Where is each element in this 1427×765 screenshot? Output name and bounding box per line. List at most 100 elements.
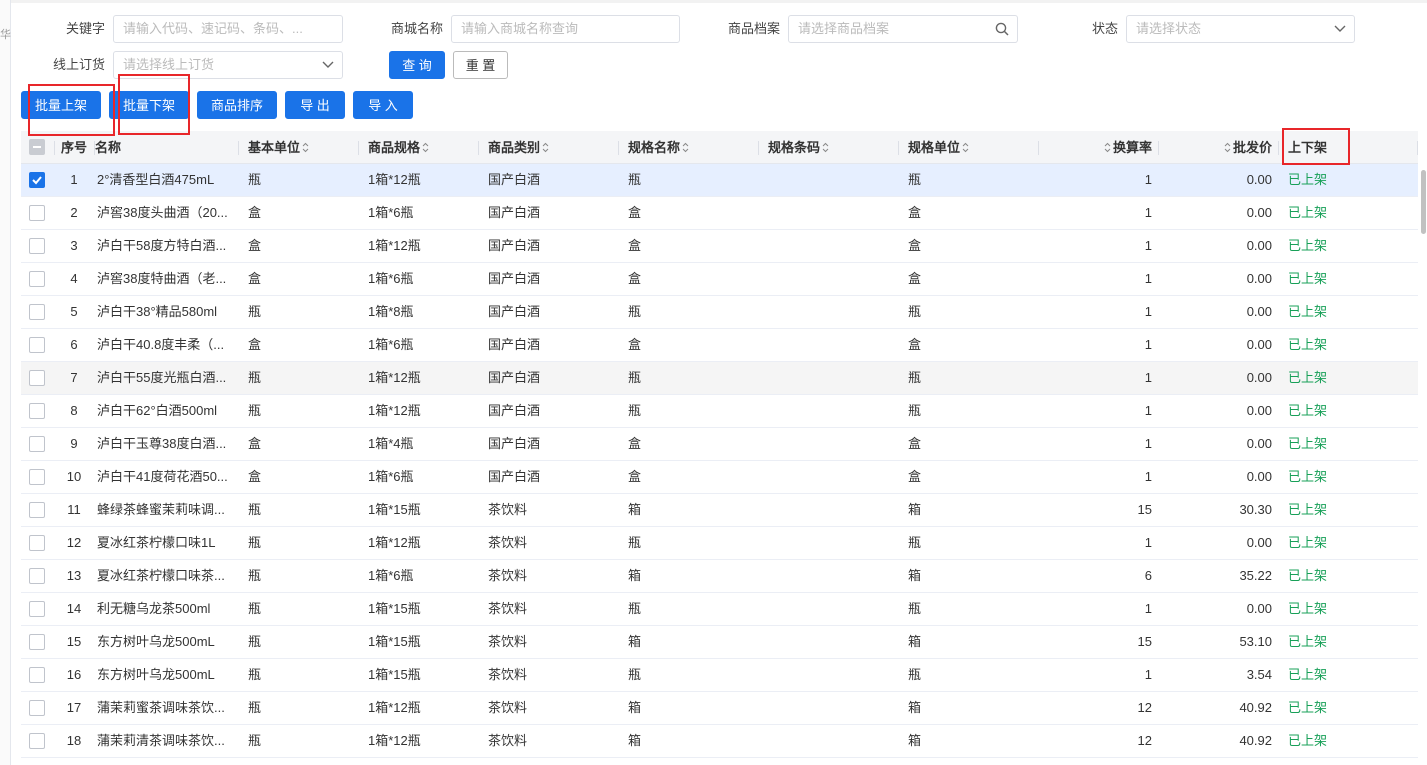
keyword-input[interactable]: 请输入代码、速记码、条码、...: [113, 15, 343, 43]
cell-i-text: 7: [70, 370, 78, 385]
import-button[interactable]: 导 入: [353, 91, 413, 119]
row-checkbox[interactable]: [29, 172, 45, 188]
table-row[interactable]: 1 2°清香型白酒475mL 瓶 1箱*12瓶 国产白酒 瓶 瓶 1 0.00 已上架: [21, 164, 1418, 197]
status-select[interactable]: 请选择状态: [1126, 15, 1355, 43]
col-spec-name[interactable]: 规格名称: [628, 131, 758, 164]
cell-name-text: 蒲茉莉蜜茶调味茶饮...: [97, 700, 225, 715]
row-checkbox[interactable]: [29, 337, 45, 353]
table-row[interactable]: 2 泸窖38度头曲酒（20... 盒 1箱*6瓶 国产白酒 盒 盒 1 0.00 已上架: [21, 197, 1418, 230]
col-base-unit[interactable]: 基本单位: [248, 131, 358, 164]
cell-sbar: [768, 593, 898, 625]
table-row[interactable]: 8 泸白干62°白酒500ml 瓶 1箱*12瓶 国产白酒 瓶 瓶 1 0.00 已上架: [21, 395, 1418, 428]
table-row[interactable]: 5 泸白干38°精品580ml 瓶 1箱*8瓶 国产白酒 瓶 瓶 1 0.00 已上架: [21, 296, 1418, 329]
product-sort-button[interactable]: 商品排序: [197, 91, 277, 119]
cell-sname-text: 盒: [628, 337, 642, 352]
export-button[interactable]: 导 出: [285, 91, 345, 119]
cell-price: 0.00: [1168, 395, 1272, 427]
product-file-select[interactable]: 请选择商品档案: [788, 15, 1018, 43]
row-checkbox[interactable]: [29, 403, 45, 419]
table-row[interactable]: 17 蒲茉莉蜜茶调味茶饮... 瓶 1箱*12瓶 茶饮料 箱 箱 12 40.92 已上架: [21, 692, 1418, 725]
cell-spec-text: 1箱*6瓶: [368, 337, 414, 352]
cell-sunit: 盒: [908, 461, 1038, 493]
column-divider: [898, 141, 899, 155]
top-tab-strip: [11, 0, 1427, 3]
cell-cat: 茶饮料: [488, 659, 618, 691]
cell-sbar: [768, 725, 898, 757]
batch-off-shelf-button[interactable]: 批量下架: [109, 91, 189, 119]
row-checkbox[interactable]: [29, 502, 45, 518]
cell-name: 夏冰红茶柠檬口味茶...: [97, 560, 237, 592]
cell-cat: 国产白酒: [488, 296, 618, 328]
cell-status-text: 已上架: [1288, 601, 1328, 616]
cell-unit-text: 瓶: [248, 502, 262, 517]
table-row[interactable]: 18 蒲茉莉清茶调味茶饮... 瓶 1箱*12瓶 茶饮料 箱 箱 12 40.92 已上架: [21, 725, 1418, 758]
cell-unit: 瓶: [248, 659, 348, 691]
select-all-checkbox[interactable]: [29, 139, 45, 155]
query-button[interactable]: 查 询: [389, 51, 445, 79]
cell-i: 18: [55, 725, 93, 757]
cell-cat-text: 国产白酒: [488, 271, 541, 286]
cell-cat-text: 茶饮料: [488, 568, 528, 583]
row-checkbox[interactable]: [29, 271, 45, 287]
col-status: 上下架: [1288, 140, 1328, 155]
cell-status: 已上架: [1288, 494, 1398, 526]
table-row[interactable]: 13 夏冰红茶柠檬口味茶... 瓶 1箱*6瓶 茶饮料 箱 箱 6 35.22 已上架: [21, 560, 1418, 593]
table-row[interactable]: 14 利无糖乌龙茶500ml 瓶 1箱*15瓶 茶饮料 瓶 瓶 1 0.00 已上架: [21, 593, 1418, 626]
row-checkbox[interactable]: [29, 634, 45, 650]
row-checkbox[interactable]: [29, 700, 45, 716]
row-checkbox[interactable]: [29, 205, 45, 221]
row-checkbox[interactable]: [29, 601, 45, 617]
cell-cat-text: 国产白酒: [488, 337, 541, 352]
col-spec-unit[interactable]: 规格单位: [908, 131, 1038, 164]
row-checkbox[interactable]: [29, 469, 45, 485]
cell-sname-text: 瓶: [628, 667, 642, 682]
mall-name-input[interactable]: 请输入商城名称查询: [451, 15, 680, 43]
keyword-label: 关键字: [65, 21, 105, 36]
reset-button[interactable]: 重 置: [453, 51, 508, 79]
cell-sname: 盒: [628, 263, 758, 295]
col-name[interactable]: 名称: [95, 131, 235, 164]
col-price[interactable]: 批发价: [1168, 131, 1272, 164]
cell-cat-text: 茶饮料: [488, 634, 528, 649]
row-checkbox[interactable]: [29, 733, 45, 749]
cell-i: 12: [55, 527, 93, 559]
cell-sunit-text: 盒: [908, 337, 922, 352]
table-row[interactable]: 11 蜂绿茶蜂蜜茉莉味调... 瓶 1箱*15瓶 茶饮料 箱 箱 15 30.30 已上架: [21, 494, 1418, 527]
cell-cat: 茶饮料: [488, 494, 618, 526]
cell-rate-text: 1: [1144, 436, 1152, 451]
row-checkbox[interactable]: [29, 436, 45, 452]
col-spec-unit-label: 规格单位: [908, 140, 961, 155]
online-order-select[interactable]: 请选择线上订货: [113, 51, 343, 79]
col-spec-barcode[interactable]: 规格条码: [768, 131, 898, 164]
cell-cat-text: 茶饮料: [488, 733, 528, 748]
table-row[interactable]: 16 东方树叶乌龙500mL 瓶 1箱*15瓶 茶饮料 瓶 瓶 1 3.54 已上架: [21, 659, 1418, 692]
col-spec[interactable]: 商品规格: [368, 131, 478, 164]
cell-sbar: [768, 659, 898, 691]
cell-price-text: 0.00: [1246, 370, 1272, 385]
row-checkbox[interactable]: [29, 568, 45, 584]
cell-status-text: 已上架: [1288, 205, 1328, 220]
row-checkbox[interactable]: [29, 535, 45, 551]
table-row[interactable]: 6 泸白干40.8度丰柔（... 盒 1箱*6瓶 国产白酒 盒 盒 1 0.00 已上架: [21, 329, 1418, 362]
row-checkbox[interactable]: [29, 667, 45, 683]
row-checkbox[interactable]: [29, 238, 45, 254]
table-row[interactable]: 10 泸白干41度荷花酒50... 盒 1箱*6瓶 国产白酒 盒 盒 1 0.00 已上架: [21, 461, 1418, 494]
search-icon[interactable]: [995, 16, 1009, 42]
cell-spec: 1箱*15瓶: [368, 626, 478, 658]
table-row[interactable]: 12 夏冰红茶柠檬口味1L 瓶 1箱*12瓶 茶饮料 瓶 瓶 1 0.00 已上架: [21, 527, 1418, 560]
scrollbar-thumb[interactable]: [1421, 170, 1426, 234]
row-checkbox[interactable]: [29, 304, 45, 320]
batch-on-shelf-button[interactable]: 批量上架: [21, 91, 101, 119]
table-row[interactable]: 15 东方树叶乌龙500mL 瓶 1箱*15瓶 茶饮料 箱 箱 15 53.10 已上架: [21, 626, 1418, 659]
col-category[interactable]: 商品类别: [488, 131, 618, 164]
cell-rate: 1: [1048, 263, 1152, 295]
row-checkbox[interactable]: [29, 370, 45, 386]
table-row[interactable]: 3 泸白干58度方特白酒... 盒 1箱*12瓶 国产白酒 盒 盒 1 0.00 已上架: [21, 230, 1418, 263]
cell-spec-text: 1箱*4瓶: [368, 436, 414, 451]
table-row[interactable]: 9 泸白干玉尊38度白酒... 盒 1箱*4瓶 国产白酒 盒 盒 1 0.00 已上架: [21, 428, 1418, 461]
table-row[interactable]: 7 泸白干55度光瓶白酒... 瓶 1箱*12瓶 国产白酒 瓶 瓶 1 0.00 已上架: [21, 362, 1418, 395]
table-scrollbar[interactable]: [1419, 164, 1427, 765]
cell-unit-text: 盒: [248, 469, 262, 484]
col-rate[interactable]: 换算率: [1048, 131, 1152, 164]
table-row[interactable]: 4 泸窖38度特曲酒（老... 盒 1箱*6瓶 国产白酒 盒 盒 1 0.00 已上架: [21, 263, 1418, 296]
